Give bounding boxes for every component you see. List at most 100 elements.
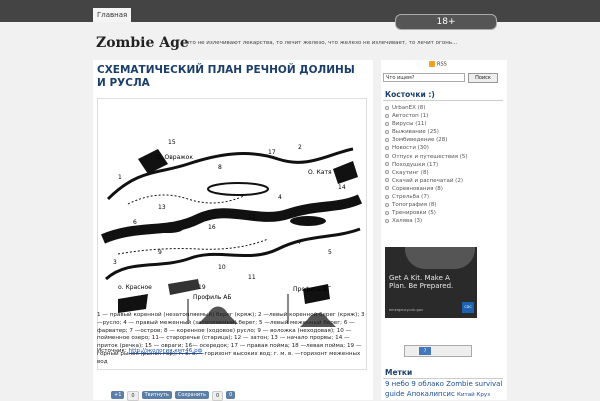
category-item[interactable]: Походушки (17) <box>385 161 468 169</box>
tweet-button[interactable]: Твитнуть <box>141 391 172 399</box>
category-label: Стрельба (7) <box>392 194 429 201</box>
post-caption: 1 — правый коренной (незатопляемый) бере… <box>97 312 365 365</box>
tag-cloud-line[interactable]: 9 небо 9 облако Zombie survival <box>385 380 502 388</box>
figure-number-label: 14 <box>338 184 346 191</box>
category-item[interactable]: Новости (30) <box>385 144 468 152</box>
main-content: СХЕМАТИЧЕСКИЙ ПЛАН РЕЧНОЙ ДОЛИНЫ И РУСЛА… <box>93 60 373 401</box>
cdc-logo-icon: CDC <box>462 302 474 313</box>
category-label: Зомбиведение (28) <box>392 137 448 144</box>
bullet-icon <box>385 210 389 215</box>
bullet-icon <box>385 178 389 183</box>
figure-number-label: 17 <box>268 149 276 156</box>
category-list: UrbanEX (8) Автостоп (1) Вирусы (11) Выжива… <box>385 104 468 225</box>
zombie-hands-image <box>405 247 475 269</box>
category-item[interactable]: Отпуск и путешествия (5) <box>385 153 468 161</box>
label-profile-ab: Профиль АБ <box>193 294 232 301</box>
figure-number-label: 8 <box>218 164 222 171</box>
bullet-icon <box>385 194 389 199</box>
category-item[interactable]: Тренировки (5) <box>385 209 468 217</box>
bullet-icon <box>385 145 389 150</box>
vk-share-button[interactable]: 0 <box>226 391 236 399</box>
tag-link[interactable]: guide Апокалипсис <box>385 390 455 398</box>
bullet-icon <box>385 129 389 134</box>
category-label: Соревнования (8) <box>392 185 443 192</box>
category-label: Отпуск и путешествия (5) <box>392 153 468 160</box>
bullet-icon <box>385 121 389 126</box>
plus-one-button[interactable]: +1 <box>111 391 125 399</box>
tag-cloud-line[interactable]: guide Апокалипсис Китай Круз <box>385 390 490 398</box>
nav-home-link[interactable]: Главная <box>93 8 132 22</box>
cdc-preparedness-banner[interactable]: Get A Kit. Make A Plan. Be Prepared. eme… <box>385 247 477 318</box>
category-item[interactable]: Автостоп (1) <box>385 112 468 120</box>
bullet-icon <box>385 202 389 207</box>
category-item[interactable]: Вирусы (11) <box>385 120 468 128</box>
tag-link[interactable]: Китай Круз <box>457 392 490 398</box>
bullet-icon <box>385 113 389 118</box>
bullet-icon <box>385 154 389 159</box>
bullet-icon <box>385 162 389 167</box>
figure-number-label: 9 <box>158 249 162 256</box>
divider <box>383 100 503 101</box>
bullet-icon <box>385 170 389 175</box>
category-item[interactable]: Стрельба (7) <box>385 193 468 201</box>
age-rating-badge: 18+ <box>395 14 497 30</box>
category-item[interactable]: Зомбиведение (28) <box>385 136 468 144</box>
search-button[interactable]: Поиск <box>468 73 498 83</box>
category-label: Скаутинг (8) <box>392 169 429 176</box>
rss-label: RSS <box>437 61 447 68</box>
top-bar: Главная 18+ <box>0 0 600 30</box>
banner-url: emergency.cdc.gov <box>389 308 423 312</box>
figure-number-label: 1 <box>118 174 122 181</box>
category-label: UrbanEX (8) <box>392 105 426 111</box>
category-label: Автостоп (1) <box>392 113 429 120</box>
source-label: Источник: <box>97 348 127 354</box>
figure-number-label: 5 <box>328 249 332 256</box>
category-item[interactable]: UrbanEX (8) <box>385 104 468 112</box>
categories-title: Косточки :) <box>385 90 435 99</box>
figure-number-label: 3 <box>113 259 117 266</box>
category-label: Халява (3) <box>392 218 423 225</box>
figure-number-label: 7 <box>298 239 302 246</box>
figure-number-label: 15 <box>168 139 176 146</box>
search-input[interactable] <box>383 73 465 82</box>
source-line: Источник: http://экология.кмт46.рф <box>97 348 202 354</box>
figure-number-label: 11 <box>248 274 256 281</box>
figure-number-label: 6 <box>133 219 137 226</box>
post-title[interactable]: СХЕМАТИЧЕСКИЙ ПЛАН РЕЧНОЙ ДОЛИНЫ И РУСЛА <box>97 64 367 90</box>
source-link[interactable]: http://экология.кмт46.рф <box>129 348 203 354</box>
category-item[interactable]: Топография (8) <box>385 201 468 209</box>
category-item[interactable]: Халява (3) <box>385 217 468 225</box>
category-label: Топография (8) <box>392 202 437 209</box>
category-label: Новости (30) <box>392 145 429 152</box>
category-label: Скачай и распечатай (2) <box>392 177 463 184</box>
figure-number-label: 16 <box>208 224 216 231</box>
visitor-counter[interactable]: 7 <box>404 345 472 357</box>
label-profile-vg: Профиль ВГ <box>293 286 331 293</box>
save-button[interactable]: Сохранить <box>174 391 209 399</box>
category-item[interactable]: Соревнования (8) <box>385 185 468 193</box>
bullet-icon <box>385 218 389 223</box>
label-krasnoe: о. Красное <box>118 284 152 291</box>
category-label: Выживание (25) <box>392 129 439 136</box>
bullet-icon <box>385 105 389 110</box>
figure-number-label: 13 <box>158 204 166 211</box>
category-item[interactable]: Скаутинг (8) <box>385 169 468 177</box>
figure-number-label: 12 <box>248 214 256 221</box>
sidebar: RSS Поиск Косточки :) UrbanEX (8) Автосто… <box>381 60 507 400</box>
bullet-icon <box>385 186 389 191</box>
site-tagline: что не излечивают лекарства, то лечит же… <box>186 40 458 46</box>
bullet-icon <box>385 137 389 142</box>
figure-number-label: 4 <box>278 194 282 201</box>
figure-number-label: 19 <box>198 284 206 291</box>
category-item[interactable]: Скачай и распечатай (2) <box>385 177 468 185</box>
category-label: Походушки (17) <box>392 161 439 168</box>
label-ravine: О. Овражок <box>156 154 193 161</box>
figure-number-label: 2 <box>298 144 302 151</box>
rss-link[interactable]: RSS <box>429 61 447 68</box>
divider <box>383 378 503 379</box>
figure-number-label: 10 <box>218 264 226 271</box>
site-title[interactable]: Zombie Age <box>96 35 189 51</box>
category-item[interactable]: Выживание (25) <box>385 128 468 136</box>
category-label: Тренировки (5) <box>392 210 436 217</box>
rss-icon <box>429 61 435 67</box>
